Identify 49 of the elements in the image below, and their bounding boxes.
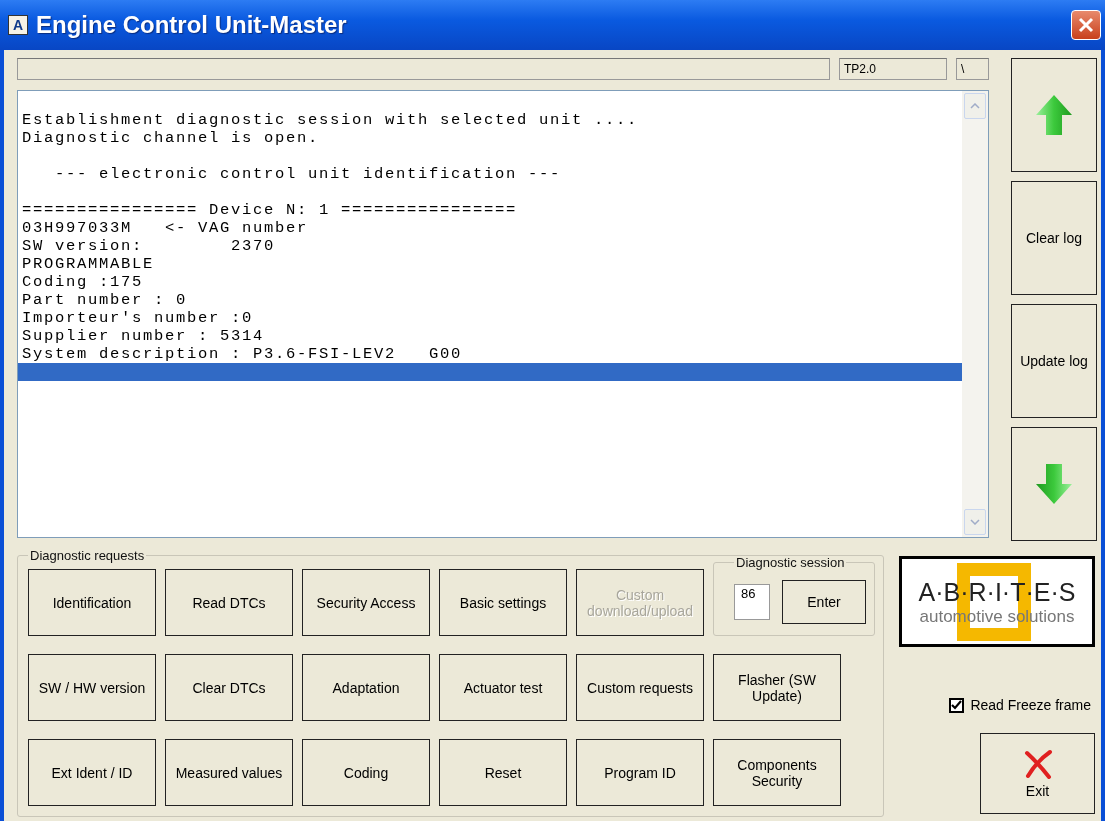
log-line: System description : P3.6-FSI-LEV2 G00 — [21, 345, 464, 363]
cross-icon — [1022, 748, 1053, 779]
log-line: Coding :175 — [21, 273, 145, 291]
request-button[interactable]: Measured values — [165, 739, 293, 806]
close-icon — [1077, 16, 1095, 34]
request-button[interactable]: Reset — [439, 739, 567, 806]
log-line: Importeur's number :0 — [21, 309, 255, 327]
request-button[interactable]: Adaptation — [302, 654, 430, 721]
app-icon: A — [8, 15, 28, 35]
request-button[interactable]: Ext Ident / ID — [28, 739, 156, 806]
log-line: PROGRAMMABLE — [21, 255, 156, 273]
session-input[interactable]: 86 — [734, 583, 770, 620]
request-button[interactable]: Flasher (SW Update) — [713, 654, 841, 721]
down-arrow-icon — [1034, 462, 1074, 506]
log-button[interactable]: Clear log — [1011, 181, 1097, 295]
request-button[interactable]: Clear DTCs — [165, 654, 293, 721]
request-button[interactable]: Basic settings — [439, 569, 567, 636]
log-line: SW version: 2370 — [21, 237, 277, 255]
checkbox[interactable] — [949, 697, 965, 713]
request-button[interactable]: Components Security — [713, 739, 841, 806]
window-title: Engine Control Unit-Master — [36, 11, 348, 39]
check-icon — [951, 700, 963, 710]
request-button[interactable]: Actuator test — [439, 654, 567, 721]
log-line: Supplier number : 5314 — [21, 327, 266, 345]
enter-button[interactable]: Enter — [782, 579, 866, 624]
request-button[interactable]: Identification — [28, 569, 156, 636]
log-line: ================ Device N: 1 ================ — [21, 201, 519, 219]
scroll-up-button[interactable] — [1011, 58, 1097, 172]
request-button[interactable]: SW / HW version — [28, 654, 156, 721]
checkbox-label: Read Freeze frame — [970, 697, 1091, 713]
request-button[interactable]: Read DTCs — [165, 569, 293, 636]
log-line: Part number : 0 — [21, 291, 189, 309]
log-line: Diagnostic channel is open. — [21, 129, 321, 147]
group-title: Diagnostic session — [735, 555, 846, 570]
scroll-down-button[interactable] — [1011, 427, 1097, 541]
group-title: Diagnostic requests — [29, 548, 146, 563]
log-button[interactable]: Update log — [1011, 304, 1097, 418]
exit-button[interactable]: Exit — [980, 733, 1095, 814]
close-button[interactable] — [1071, 10, 1101, 40]
log-line: Establishment diagnostic session with selected unit .... — [21, 111, 640, 129]
status-field: \ — [956, 58, 989, 80]
request-button[interactable]: Security Access — [302, 569, 430, 636]
request-button[interactable]: Coding — [302, 739, 430, 806]
up-arrow-icon — [1034, 93, 1074, 137]
request-button[interactable]: Program ID — [576, 739, 704, 806]
request-button[interactable]: Custom requests — [576, 654, 704, 721]
status-field: TP2.0 — [839, 58, 947, 80]
log-line: 03H997033M <- VAG number — [21, 219, 310, 237]
log-line: --- electronic control unit identification --- — [54, 165, 563, 183]
